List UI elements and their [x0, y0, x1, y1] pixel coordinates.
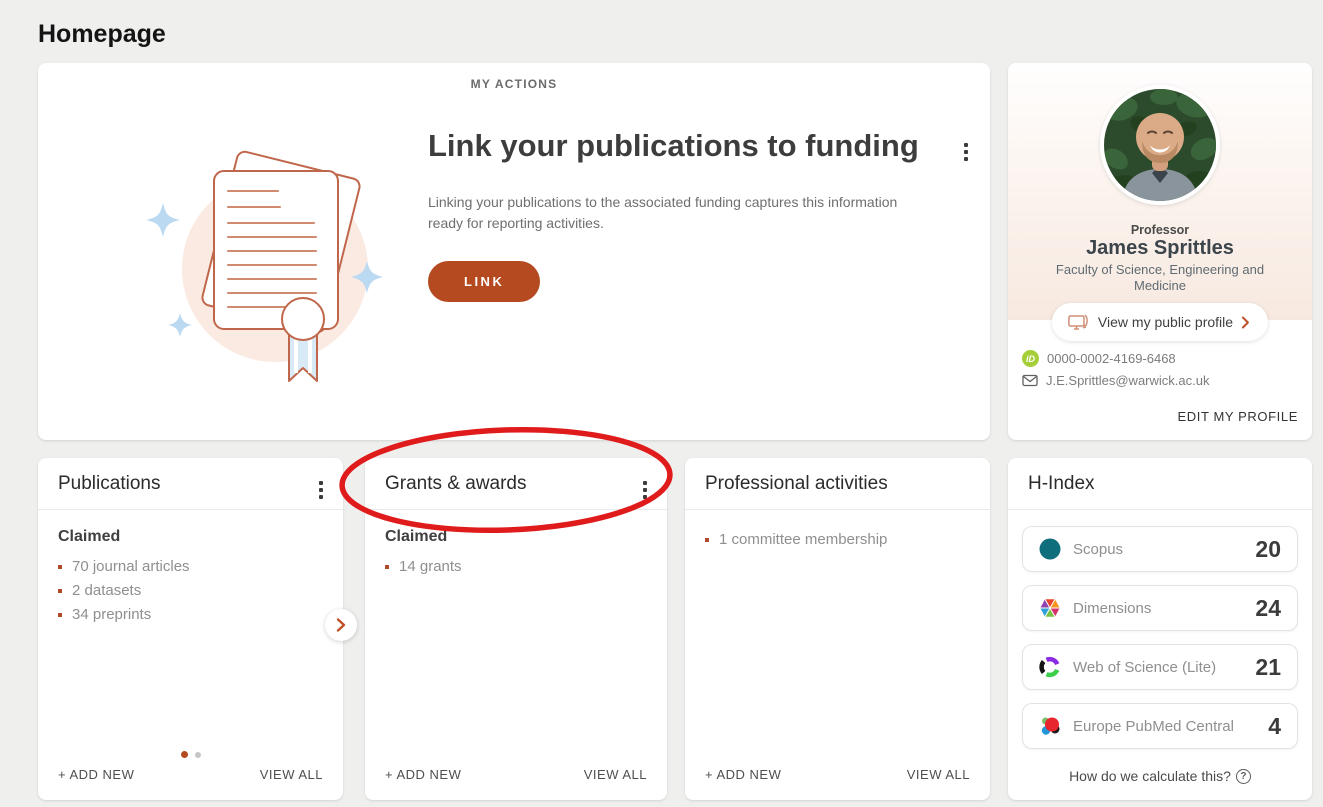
avatar — [1100, 85, 1220, 205]
h-index-row-europe-pmc: Europe PubMed Central 4 — [1022, 703, 1298, 749]
list-item: 34 preprints — [58, 603, 323, 627]
email-row: J.E.Sprittles@warwick.ac.uk — [1022, 373, 1209, 388]
h-index-row-scopus: Scopus 20 — [1022, 526, 1298, 572]
h-index-source-label: Web of Science (Lite) — [1073, 658, 1217, 676]
list-item: 14 grants — [385, 555, 647, 579]
publications-card: Publications Claimed 70 journal articles… — [38, 458, 343, 800]
orcid-icon: iD — [1022, 350, 1039, 367]
public-profile-monitor-icon — [1066, 311, 1090, 333]
list-item: 70 journal articles — [58, 555, 323, 579]
orcid-row: iD 0000-0002-4169-6468 — [1022, 350, 1176, 367]
h-index-list: Scopus 20 Dimensions 24 Web of Science (… — [1008, 510, 1312, 749]
list-item: 1 committee membership — [705, 528, 970, 552]
my-actions-card: MY ACTIONS Link your publications to fun… — [38, 63, 990, 440]
profile-faculty: Faculty of Science, Engineering and Medi… — [1055, 262, 1265, 294]
homepage: Homepage MY ACTIONS Link your publicatio… — [0, 0, 1323, 807]
professional-title: Professional activities — [705, 472, 888, 494]
h-index-value: 4 — [1268, 712, 1281, 739]
publications-stat-list: 70 journal articles 2 datasets 34 prepri… — [58, 555, 323, 627]
grants-section-label: Claimed — [385, 528, 448, 545]
grants-title: Grants & awards — [385, 472, 527, 494]
europe-pmc-icon — [1039, 715, 1061, 737]
list-item: 2 datasets — [58, 579, 323, 603]
publications-title: Publications — [58, 472, 161, 494]
professional-add-new-button[interactable]: + ADD NEW — [705, 767, 781, 782]
help-icon: ? — [1235, 768, 1251, 784]
profile-role: Professor — [1130, 223, 1190, 237]
h-index-value: 20 — [1255, 535, 1281, 562]
scopus-icon — [1039, 538, 1061, 560]
grants-add-new-button[interactable]: + ADD NEW — [385, 767, 461, 782]
h-index-source-label: Europe PubMed Central — [1073, 717, 1234, 735]
professional-view-all-button[interactable]: VIEW ALL — [907, 767, 970, 782]
my-actions-menu-icon[interactable] — [958, 137, 974, 167]
publications-view-all-button[interactable]: VIEW ALL — [260, 767, 323, 782]
h-index-row-web-of-science: Web of Science (Lite) 21 — [1022, 644, 1298, 690]
profile-name: James Sprittles — [1086, 237, 1234, 259]
email-address: J.E.Sprittles@warwick.ac.uk — [1046, 373, 1210, 388]
action-description: Linking your publications to the associa… — [428, 194, 898, 232]
h-index-card: H-Index Scopus 20 Dimensions 24 Web of S… — [1008, 458, 1312, 800]
grants-view-all-button[interactable]: VIEW ALL — [584, 767, 647, 782]
grants-stat-list: 14 grants — [385, 555, 647, 579]
profile-card: Professor James Sprittles Faculty of Sci… — [1008, 63, 1312, 440]
grants-menu-icon[interactable] — [637, 475, 653, 505]
view-public-profile-label: View my public profile — [1097, 314, 1234, 330]
action-heading: Link your publications to funding — [428, 128, 919, 163]
professional-stat-list: 1 committee membership — [705, 528, 970, 552]
view-public-profile-button[interactable]: View my public profile — [1051, 303, 1269, 341]
h-index-value: 21 — [1255, 653, 1281, 680]
dimensions-icon — [1039, 597, 1061, 619]
how-calculated-label: How do we calculate this? — [1069, 768, 1231, 784]
my-actions-label: MY ACTIONS — [470, 77, 558, 91]
edit-my-profile-button[interactable]: EDIT MY PROFILE — [1178, 409, 1299, 424]
my-actions-content: Link your publications to funding Linkin… — [428, 127, 938, 303]
publications-section-label: Claimed — [58, 528, 121, 545]
h-index-title: H-Index — [1028, 472, 1095, 494]
page-title: Homepage — [38, 20, 166, 48]
how-calculated-link[interactable]: How do we calculate this? ? — [1008, 768, 1312, 784]
certificate-illustration — [120, 121, 420, 406]
email-icon — [1022, 374, 1038, 387]
link-button[interactable]: LINK — [428, 261, 541, 303]
professional-activities-card: Professional activities 1 committee memb… — [685, 458, 990, 800]
h-index-row-dimensions: Dimensions 24 — [1022, 585, 1298, 631]
carousel-next-arrow-icon[interactable] — [325, 609, 357, 641]
publications-menu-icon[interactable] — [313, 475, 329, 505]
publications-add-new-button[interactable]: + ADD NEW — [58, 767, 134, 782]
chevron-right-icon — [1241, 316, 1250, 329]
h-index-value: 24 — [1255, 594, 1281, 621]
h-index-source-label: Dimensions — [1073, 599, 1152, 617]
web-of-science-icon — [1039, 656, 1061, 678]
h-index-source-label: Scopus — [1073, 540, 1124, 558]
orcid-id[interactable]: 0000-0002-4169-6468 — [1047, 351, 1176, 366]
grants-and-awards-card: Grants & awards Claimed 14 grants + ADD … — [365, 458, 667, 800]
